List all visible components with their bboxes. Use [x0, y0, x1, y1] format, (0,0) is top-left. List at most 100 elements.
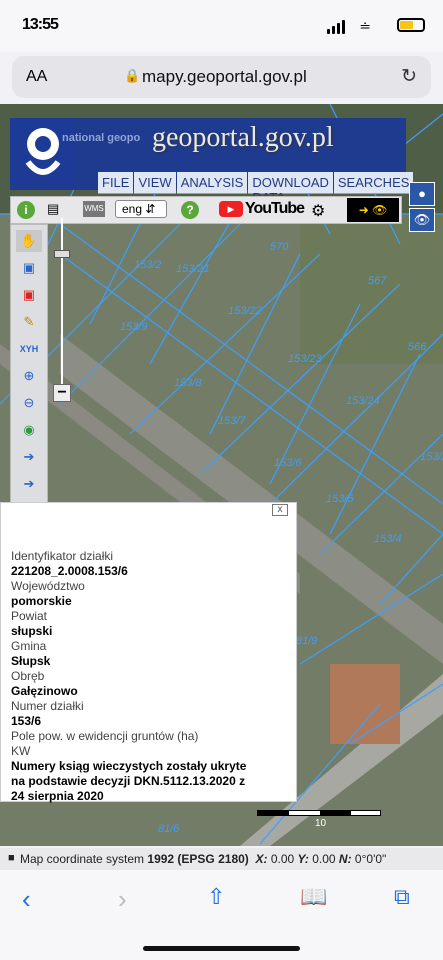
home-indicator — [143, 946, 300, 951]
language-select[interactable]: eng ⇵ — [115, 200, 167, 218]
parcel-label: 81/9 — [296, 635, 317, 647]
youtube-play-icon: ▶ — [219, 201, 243, 217]
national-label: national geopo — [62, 132, 141, 144]
parcel-label: 153/8 — [174, 377, 202, 389]
parcel-label: 81/6 — [158, 823, 180, 835]
language-value: eng — [122, 202, 143, 216]
bookmarks-icon[interactable]: 📖 — [300, 884, 327, 910]
youtube-label: YouTube — [245, 200, 305, 217]
ruler-icon: ■ — [8, 852, 15, 864]
field-label: Województwo — [11, 579, 85, 593]
url-text[interactable]: mapy.geoportal.gov.pl — [142, 67, 307, 87]
reload-icon[interactable]: ↻ — [401, 65, 417, 88]
scale-bar: 10 — [257, 810, 381, 829]
field-label: Pole pow. w ewidencji gruntów (ha) — [11, 729, 199, 743]
y-label: Y: — [297, 852, 309, 866]
parcel-label: 153/24 — [346, 395, 380, 407]
coordinate-bar: ■ Map coordinate system 1992 (EPSG 2180)… — [0, 848, 443, 870]
left-toolbox: ✋ ▣ ▣ ✎ XYH ⊕ ⊖ ◉ ➔ ➔ ⨂ — [10, 224, 48, 542]
field-value: Numery ksiąg wieczystych zostały ukryte … — [11, 759, 247, 803]
print-icon[interactable]: ▤ — [47, 201, 59, 217]
parcel-label: 153/7 — [218, 415, 246, 427]
x-label: X: — [255, 852, 268, 866]
forward-icon[interactable]: › — [118, 884, 127, 915]
zoom-track — [61, 218, 63, 388]
menu-view[interactable]: VIEW — [134, 172, 176, 194]
coord-prefix: Map coordinate system — [20, 852, 148, 866]
parcel-label: 153/4 — [374, 533, 402, 545]
zoom-out-icon[interactable]: ⊖ — [16, 392, 42, 414]
back-icon[interactable]: ‹ — [22, 884, 31, 915]
field-value: Słupsk — [11, 654, 51, 668]
menu-download-data[interactable]: DOWNLOAD DATA — [248, 172, 333, 205]
accessibility-icon[interactable]: ⚙ — [311, 201, 325, 221]
visibility-icon[interactable]: 👁 — [409, 208, 435, 232]
reader-aa-button[interactable]: AA — [26, 68, 47, 86]
field-label: Obręb — [11, 669, 45, 683]
high-contrast-button[interactable]: ➜ 👁 — [347, 198, 399, 222]
parcel-label: 153/22 — [228, 305, 262, 317]
browser-bottom-bar: ‹ › ⇧ 📖 ⧉ — [0, 870, 443, 960]
right-layer-buttons: ● 👁 — [409, 182, 435, 234]
layer-toggle-icon[interactable]: ● — [409, 182, 435, 206]
select-area-icon[interactable]: ▣ — [16, 257, 42, 279]
n-value: 0°0'0" — [354, 852, 387, 866]
field-label: Identyfikator działki — [11, 549, 114, 563]
deselect-area-icon[interactable]: ▣ — [16, 284, 42, 306]
share-icon[interactable]: ⇧ — [207, 884, 225, 910]
globe-icon[interactable]: ◉ — [16, 419, 42, 441]
zoom-minus-button[interactable]: − — [53, 384, 71, 402]
geoportal-logo[interactable] — [10, 118, 76, 184]
zoom-slider[interactable]: − — [51, 218, 73, 406]
tabs-icon[interactable]: ⧉ — [394, 884, 410, 910]
xyh-icon[interactable]: XYH — [16, 338, 42, 360]
pan-hand-icon[interactable]: ✋ — [16, 230, 42, 252]
info-icon[interactable]: i — [17, 201, 35, 219]
menu-searches[interactable]: SEARCHES — [333, 172, 414, 194]
field-value: Gałęzinowo — [11, 684, 78, 698]
wms-icon[interactable]: WMS — [83, 201, 105, 217]
site-header: national geopo geoportal.gov.pl FILE VIE… — [10, 118, 414, 205]
field-value: słupski — [11, 624, 53, 638]
menu-analysis[interactable]: ANALYSIS — [176, 172, 248, 194]
status-bar: 13:55 ≐ — [0, 0, 443, 52]
youtube-button[interactable]: ▶ YouTube — [219, 200, 305, 218]
parcel-label: 153/6 — [274, 457, 302, 469]
field-label: Numer działki — [11, 699, 84, 713]
parcel-label: 153/2 — [420, 451, 443, 463]
battery-icon — [397, 18, 425, 32]
field-value: 153/6 — [11, 714, 42, 728]
field-value: pomorskie — [11, 594, 72, 608]
forward-arrow-icon[interactable]: ➔ — [16, 473, 42, 495]
coord-system: 1992 (EPSG 2180) — [147, 852, 249, 866]
parcel-label: 567 — [368, 275, 387, 287]
scale-bar-graphic — [257, 810, 381, 816]
field-label: Powiat — [11, 609, 48, 623]
site-title: geoportal.gov.pl — [152, 122, 334, 153]
back-arrow-icon[interactable]: ➔ — [16, 446, 42, 468]
zoom-handle[interactable] — [54, 250, 70, 258]
signal-icon — [327, 20, 345, 34]
help-icon[interactable]: ? — [181, 201, 199, 219]
x-value: 0.00 — [270, 852, 295, 866]
zoom-in-icon[interactable]: ⊕ — [16, 365, 42, 387]
y-value: 0.00 — [312, 852, 336, 866]
lock-icon: 🔒 — [124, 68, 141, 83]
menu-file[interactable]: FILE — [98, 172, 134, 194]
n-label: N: — [338, 852, 352, 866]
parcel-label: 566 — [408, 341, 427, 353]
parcel-label: 153/21 — [176, 263, 210, 275]
pencil-icon[interactable]: ✎ — [16, 311, 42, 333]
parcel-info-popup: x Identyfikator działki 221208_2.0008.153… — [0, 502, 297, 804]
scale-label: 10 — [315, 818, 327, 829]
address-bar[interactable]: AA 🔒 mapy.geoportal.gov.pl ↻ — [12, 56, 431, 98]
wifi-icon: ≐ — [359, 18, 371, 34]
close-icon[interactable]: x — [272, 504, 288, 516]
parcel-label: 153/9 — [120, 321, 148, 333]
coordinate-readout: Map coordinate system 1992 (EPSG 2180) X… — [20, 852, 386, 866]
map-viewport[interactable]: 570 153/2 153/21 567 153/22 153/9 566 153/23 153… — [0, 104, 443, 846]
parcel-label: 570 — [270, 241, 289, 253]
parcel-label: 153/5 — [326, 493, 354, 505]
parcel-info-content: Identyfikator działki 221208_2.0008.153/6… — [11, 549, 251, 804]
parcel-label: 153/23 — [288, 353, 323, 365]
